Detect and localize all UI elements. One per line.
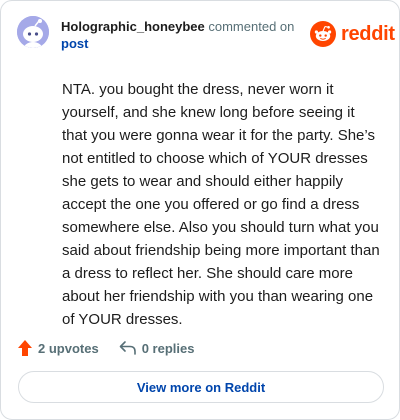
reddit-brand[interactable]: reddit bbox=[310, 20, 395, 48]
user-avatar[interactable] bbox=[17, 16, 49, 48]
action-text: commented on bbox=[208, 19, 295, 34]
reddit-wordmark: reddit bbox=[341, 22, 395, 45]
comment-header: Holographic_honeybee commented on post bbox=[61, 18, 301, 52]
reply-arrow-icon bbox=[119, 341, 136, 355]
post-link[interactable]: post bbox=[61, 35, 88, 52]
upvotes-count: 2 upvotes bbox=[38, 340, 99, 356]
reddit-comment-embed: Holographic_honeybee commented on post r… bbox=[0, 0, 400, 420]
comment-stats: 2 upvotes 0 replies bbox=[17, 338, 194, 358]
comment-body: NTA. you bought the dress, never worn it… bbox=[62, 81, 380, 328]
reddit-logo-icon bbox=[310, 21, 336, 47]
upvotes-stat[interactable]: 2 upvotes bbox=[17, 339, 99, 357]
username-link[interactable]: Holographic_honeybee bbox=[61, 19, 205, 34]
replies-count: 0 replies bbox=[141, 340, 195, 356]
snoo-avatar-icon bbox=[17, 16, 49, 48]
view-more-button[interactable]: View more on Reddit bbox=[18, 371, 384, 403]
upvote-arrow-icon bbox=[18, 340, 32, 356]
replies-stat[interactable]: 0 replies bbox=[119, 340, 195, 356]
